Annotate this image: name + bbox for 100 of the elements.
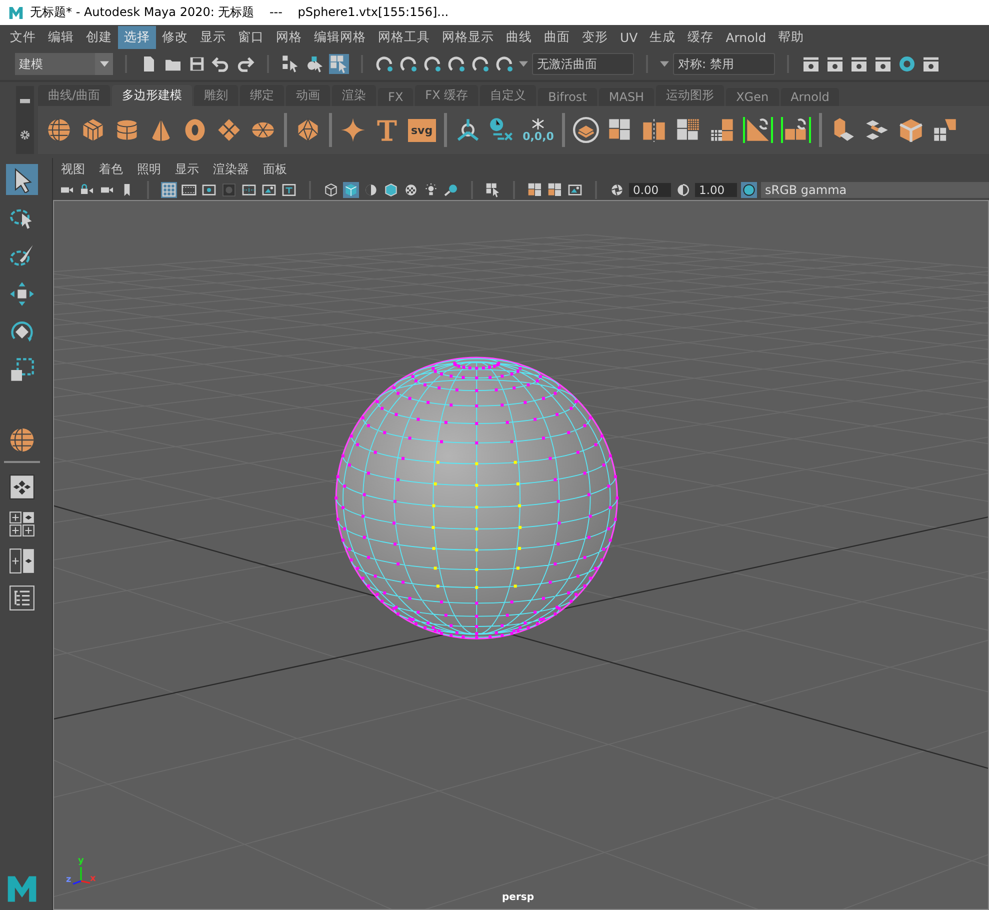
maya-logo-icon bbox=[8, 4, 24, 21]
grid-icon[interactable] bbox=[161, 182, 177, 198]
gamma-field[interactable]: 1.00 bbox=[695, 183, 737, 198]
menu-item[interactable]: 文件 bbox=[4, 26, 42, 49]
shelf-tab[interactable]: FX bbox=[378, 88, 414, 106]
two-pane-layout-icon[interactable] bbox=[9, 548, 35, 574]
menu-item[interactable]: 网格显示 bbox=[436, 26, 500, 49]
snap-magnet-icon[interactable] bbox=[423, 54, 443, 74]
wireframe-shaded-icon[interactable] bbox=[383, 182, 399, 198]
menu-item[interactable]: 显示 bbox=[194, 26, 232, 49]
star-icon[interactable] bbox=[340, 117, 366, 144]
layers-icon[interactable] bbox=[572, 117, 599, 144]
caret-icon[interactable] bbox=[519, 61, 528, 68]
select-object-icon[interactable] bbox=[305, 54, 325, 74]
menu-item[interactable]: 网格工具 bbox=[372, 26, 436, 49]
shelf-tab[interactable]: 曲线/曲面 bbox=[38, 84, 110, 106]
shelf-tab[interactable]: 雕刻 bbox=[194, 84, 238, 106]
menu-icon[interactable] bbox=[20, 98, 30, 104]
color-management-toggle-icon[interactable] bbox=[741, 182, 757, 198]
remesh-icon[interactable] bbox=[742, 117, 773, 144]
shelf-tab[interactable]: Bifrost bbox=[538, 88, 597, 106]
menu-item[interactable]: UV bbox=[614, 26, 644, 48]
sphere-icon[interactable] bbox=[8, 426, 36, 454]
panel-menu-item[interactable]: 面板 bbox=[263, 160, 287, 178]
menu-item[interactable]: 创建 bbox=[80, 26, 118, 49]
symmetry-field[interactable]: 对称: 禁用 bbox=[673, 53, 775, 76]
wireframe-cube-icon[interactable] bbox=[323, 182, 339, 198]
exposure-field[interactable]: 0.00 bbox=[629, 183, 671, 198]
select-component-icon[interactable] bbox=[329, 54, 349, 74]
uv-icon[interactable] bbox=[932, 117, 958, 144]
shelf-tab[interactable]: Arnold bbox=[780, 88, 840, 106]
camera-name-label: persp bbox=[502, 892, 534, 903]
panel-menu-item[interactable]: 视图 bbox=[61, 160, 85, 178]
menu-item[interactable]: 编辑 bbox=[42, 26, 80, 49]
panel-menu-item[interactable]: 渲染器 bbox=[213, 160, 249, 178]
four-pane-layout-icon[interactable] bbox=[9, 511, 35, 538]
snap-magnet-icon[interactable] bbox=[495, 54, 515, 74]
plane-icon[interactable] bbox=[216, 117, 242, 144]
bevel-icon[interactable] bbox=[898, 117, 924, 144]
menu-item[interactable]: 编辑网格 bbox=[308, 26, 372, 49]
separate-icon[interactable] bbox=[640, 117, 667, 144]
settings-icon[interactable] bbox=[19, 129, 31, 142]
pivot-icon[interactable] bbox=[454, 117, 481, 144]
caret-icon[interactable] bbox=[660, 61, 669, 68]
snap-magnet-icon[interactable] bbox=[471, 54, 491, 74]
shelf-tab[interactable]: 渲染 bbox=[332, 84, 376, 106]
image-plane-icon[interactable] bbox=[261, 182, 277, 198]
panel-menu-item[interactable]: 显示 bbox=[175, 160, 199, 178]
menu-item[interactable]: 变形 bbox=[576, 26, 614, 49]
icosahedron-icon[interactable] bbox=[295, 117, 321, 144]
menu-item[interactable]: 选择 bbox=[118, 26, 156, 49]
axis-label: y bbox=[78, 856, 84, 866]
menu-item[interactable]: 帮助 bbox=[772, 26, 810, 49]
menu-item[interactable]: 窗口 bbox=[232, 26, 270, 49]
shaded-cube-icon[interactable] bbox=[343, 182, 359, 198]
gamma-icon[interactable] bbox=[675, 182, 691, 198]
retopologize-icon[interactable] bbox=[780, 117, 811, 144]
shelf-tab[interactable]: 绑定 bbox=[240, 84, 284, 106]
menu-item[interactable]: 缓存 bbox=[682, 26, 720, 49]
select-arrow-tool[interactable] bbox=[6, 164, 38, 196]
menu-set-dropdown[interactable]: 建模 bbox=[15, 53, 113, 76]
outliner-layout-icon[interactable] bbox=[9, 585, 35, 612]
menu-item[interactable]: 曲面 bbox=[538, 26, 576, 49]
menu-item[interactable]: 生成 bbox=[644, 26, 682, 49]
menu-item[interactable]: Arnold bbox=[720, 26, 772, 48]
menu-item[interactable]: 网格 bbox=[270, 26, 308, 49]
menu-item[interactable]: 曲线 bbox=[500, 26, 538, 49]
checker-icon[interactable] bbox=[403, 182, 419, 198]
snap-magnet-icon[interactable] bbox=[375, 54, 395, 74]
shadow-icon[interactable] bbox=[443, 182, 459, 198]
history-delete-icon[interactable] bbox=[488, 117, 515, 144]
shelf-tab[interactable]: 多边形建模 bbox=[112, 84, 192, 106]
sphere-icon[interactable] bbox=[46, 117, 72, 144]
film-gate-icon[interactable] bbox=[181, 182, 197, 198]
cube-icon[interactable] bbox=[80, 117, 106, 144]
text-icon[interactable] bbox=[281, 182, 297, 198]
snap-magnet-icon[interactable] bbox=[447, 54, 467, 74]
exposure-icon[interactable] bbox=[609, 182, 625, 198]
shelf-tab[interactable]: 运动图形 bbox=[656, 84, 724, 106]
live-surface-field[interactable]: 无激活曲面 bbox=[532, 53, 634, 76]
reduce-icon[interactable] bbox=[708, 117, 735, 144]
panel-menu-item[interactable]: 着色 bbox=[99, 160, 123, 178]
resolution-gate-icon[interactable] bbox=[201, 182, 217, 198]
svg-button[interactable]: svg bbox=[408, 118, 436, 142]
freeze-transform-button[interactable]: 0,0,0 bbox=[522, 118, 554, 143]
shelf-tab[interactable]: XGen bbox=[726, 88, 779, 106]
single-pane-layout-icon[interactable] bbox=[9, 474, 35, 500]
menu-item[interactable]: 修改 bbox=[156, 26, 194, 49]
field-chart-icon[interactable] bbox=[241, 182, 257, 198]
isolate-select-icon[interactable] bbox=[485, 182, 501, 198]
snap-magnet-icon[interactable] bbox=[399, 54, 419, 74]
shelf-tab[interactable]: MASH bbox=[598, 88, 654, 106]
shelf-tab[interactable]: 动画 bbox=[286, 84, 330, 106]
hypershade-icon[interactable] bbox=[897, 54, 917, 74]
shelf-tab[interactable]: 自定义 bbox=[480, 84, 536, 106]
shelf-tab[interactable]: FX 缓存 bbox=[415, 84, 478, 106]
view-transform-dropdown[interactable]: sRGB gamma bbox=[761, 182, 989, 198]
half-shaded-icon[interactable] bbox=[363, 182, 379, 198]
sphere-mesh-drawing[interactable] bbox=[334, 357, 619, 640]
panel-menu-item[interactable]: 照明 bbox=[137, 160, 161, 178]
